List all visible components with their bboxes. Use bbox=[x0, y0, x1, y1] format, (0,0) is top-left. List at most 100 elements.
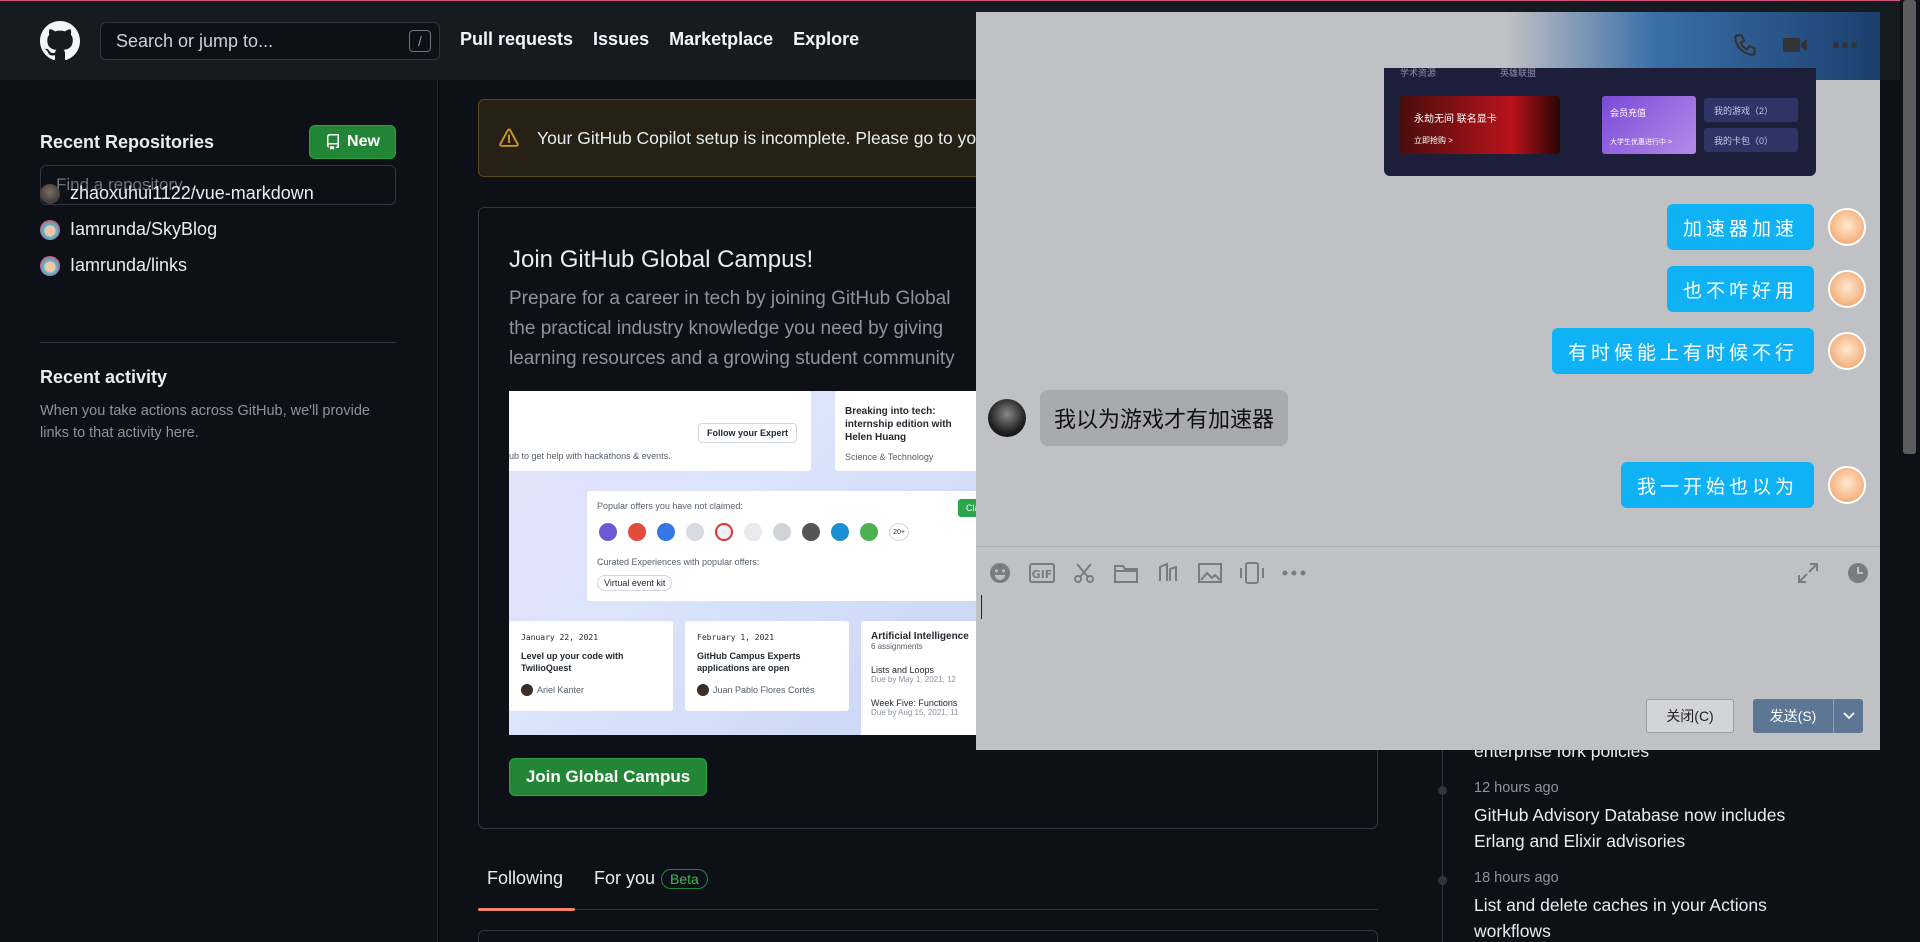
beta-badge: Beta bbox=[661, 869, 708, 889]
screen: Search or jump to... / Pull requests Iss… bbox=[0, 0, 1920, 942]
author-name: Ariel Kanter bbox=[537, 685, 585, 695]
scissors-icon[interactable] bbox=[1070, 559, 1098, 587]
chat-message: 有时候能上有时候不行 bbox=[1551, 328, 1866, 374]
chevron-down-icon[interactable] bbox=[1833, 699, 1863, 733]
chat-window: 学术资源 英雄联盟 永劫无间 联名显卡 立即抢购 > 会员充值 大学生优惠进行中… bbox=[976, 12, 1880, 750]
gif-icon[interactable]: GIF bbox=[1028, 559, 1056, 587]
changelog-time: 12 hours ago bbox=[1474, 780, 1559, 796]
repo-name: zhaoxuhui1122/vue-markdown bbox=[70, 183, 314, 203]
tab-for-you-label: For you bbox=[594, 868, 656, 888]
event-date: January 22, 2021 bbox=[521, 633, 599, 642]
timeline-dot bbox=[1438, 876, 1447, 885]
game-tab[interactable]: 英雄联盟 bbox=[1500, 66, 1536, 79]
event-card: January 22, 2021 Level up your code with… bbox=[509, 621, 673, 711]
chat-message: 也不咋好用 bbox=[1666, 266, 1866, 312]
audio-icon[interactable] bbox=[1154, 559, 1182, 587]
offer-logo-icon bbox=[744, 523, 762, 541]
message-bubble[interactable]: 有时候能上有时候不行 bbox=[1551, 328, 1814, 374]
message-bubble[interactable]: 加速器加速 bbox=[1666, 204, 1814, 250]
nav-issues[interactable]: Issues bbox=[593, 29, 649, 50]
repo-link[interactable]: zhaoxuhui1122/vue-markdown bbox=[40, 183, 314, 204]
left-sidebar: Recent Repositories New Find a repositor… bbox=[0, 80, 438, 942]
avatar[interactable] bbox=[1828, 270, 1866, 308]
shake-icon[interactable] bbox=[1238, 559, 1266, 587]
search-placeholder: Search or jump to... bbox=[116, 30, 274, 51]
offers-card: Popular offers you have not claimed: Cla… bbox=[587, 491, 989, 601]
my-cards-link[interactable]: 我的卡包（0） bbox=[1704, 128, 1798, 152]
github-logo-icon[interactable] bbox=[40, 20, 80, 61]
search-input[interactable]: Search or jump to... / bbox=[100, 22, 440, 60]
assignment-title: Week Five: Functions bbox=[871, 698, 958, 708]
virtual-event-tag: Virtual event kit bbox=[597, 575, 673, 591]
history-clock-icon[interactable] bbox=[1844, 559, 1872, 587]
avatar[interactable] bbox=[1828, 332, 1866, 370]
chat-message: 我以为游戏才有加速器 bbox=[988, 390, 1289, 446]
chat-header-icons bbox=[1730, 30, 1860, 60]
hub-text: ub to get help with hackathons & events. bbox=[509, 451, 671, 461]
sidebar-divider bbox=[40, 342, 396, 343]
campus-desc-line: the practical industry knowledge you nee… bbox=[509, 318, 944, 339]
nav-pull-requests[interactable]: Pull requests bbox=[460, 29, 573, 50]
tab-for-you[interactable]: For you Beta bbox=[594, 868, 708, 889]
offers-title: Popular offers you have not claimed: bbox=[597, 501, 743, 511]
chat-toolbar-right bbox=[1794, 559, 1872, 587]
game-tab[interactable]: 学术资源 bbox=[1400, 66, 1436, 79]
more-tools-icon[interactable] bbox=[1280, 559, 1308, 587]
message-bubble[interactable]: 也不咋好用 bbox=[1666, 266, 1814, 312]
new-repo-button[interactable]: New bbox=[309, 125, 396, 159]
join-campus-button[interactable]: Join Global Campus bbox=[509, 758, 707, 796]
event-title: Level up your code with TwilioQuest bbox=[521, 651, 624, 673]
repo-owner-avatar bbox=[40, 183, 60, 204]
nav-explore[interactable]: Explore bbox=[793, 29, 859, 50]
send-button[interactable]: 发送(S) bbox=[1753, 699, 1863, 733]
expand-icon[interactable] bbox=[1794, 559, 1822, 587]
author-avatar bbox=[521, 684, 533, 696]
repo-name: Iamrunda/links bbox=[70, 255, 188, 275]
offer-logo-icon bbox=[628, 523, 646, 541]
close-chat-button[interactable]: 关闭(C) bbox=[1646, 699, 1734, 733]
recent-repos-title: Recent Repositories bbox=[40, 131, 215, 152]
image-icon[interactable] bbox=[1196, 559, 1224, 587]
feed-tabs: Following For you Beta bbox=[478, 860, 1378, 911]
banner-text: Your GitHub Copilot setup is incomplete.… bbox=[537, 127, 977, 148]
avatar[interactable] bbox=[1828, 466, 1866, 504]
chat-header bbox=[976, 12, 1880, 80]
emoji-icon[interactable] bbox=[986, 559, 1014, 587]
nav-marketplace[interactable]: Marketplace bbox=[669, 29, 773, 50]
avatar[interactable] bbox=[988, 399, 1026, 437]
message-bubble[interactable]: 我以为游戏才有加速器 bbox=[1040, 390, 1289, 446]
recent-activity-title: Recent activity bbox=[40, 367, 168, 387]
game-banner-1[interactable]: 永劫无间 联名显卡 立即抢购 > bbox=[1400, 96, 1560, 154]
author-avatar bbox=[697, 684, 709, 696]
chat-toolbar: GIF bbox=[986, 559, 1308, 587]
changelog-time: 18 hours ago bbox=[1474, 870, 1559, 886]
assignment-due: Due by May 1, 2021, 12 bbox=[871, 675, 956, 684]
more-icon[interactable] bbox=[1830, 30, 1860, 60]
science-tag: Science & Technology bbox=[845, 452, 934, 462]
new-repo-label: New bbox=[347, 133, 380, 150]
alert-icon bbox=[499, 128, 519, 147]
repo-owner-avatar bbox=[40, 255, 60, 276]
campus-title: Join GitHub Global Campus! bbox=[509, 246, 814, 273]
avatar[interactable] bbox=[1828, 208, 1866, 246]
my-games-link[interactable]: 我的游戏（2） bbox=[1704, 98, 1798, 122]
search-shortcut-key: / bbox=[409, 30, 431, 52]
phone-icon[interactable] bbox=[1730, 30, 1760, 60]
page-scrollbar-thumb[interactable] bbox=[1903, 0, 1916, 454]
game-banner-2[interactable]: 会员充值 大学生优惠进行中 > bbox=[1602, 96, 1696, 154]
tab-following[interactable]: Following bbox=[487, 868, 563, 889]
chat-input-field[interactable] bbox=[981, 595, 982, 619]
message-bubble[interactable]: 我一开始也以为 bbox=[1620, 462, 1814, 508]
folder-icon[interactable] bbox=[1112, 559, 1140, 587]
repo-link[interactable]: Iamrunda/SkyBlog bbox=[40, 219, 217, 240]
main-nav: Pull requests Issues Marketplace Explore bbox=[460, 29, 859, 50]
offer-logo-icon bbox=[686, 523, 704, 541]
repo-name: Iamrunda/SkyBlog bbox=[70, 219, 218, 239]
event-author: Ariel Kanter bbox=[521, 684, 661, 696]
repo-link[interactable]: Iamrunda/links bbox=[40, 255, 187, 276]
repo-icon bbox=[327, 134, 340, 150]
video-icon[interactable] bbox=[1780, 30, 1810, 60]
campus-desc-line: Prepare for a career in tech by joining … bbox=[509, 288, 951, 309]
assignment-due: Due by Aug 15, 2021, 11 bbox=[871, 708, 959, 717]
banner-title: 永劫无间 联名显卡 bbox=[1414, 114, 1497, 125]
